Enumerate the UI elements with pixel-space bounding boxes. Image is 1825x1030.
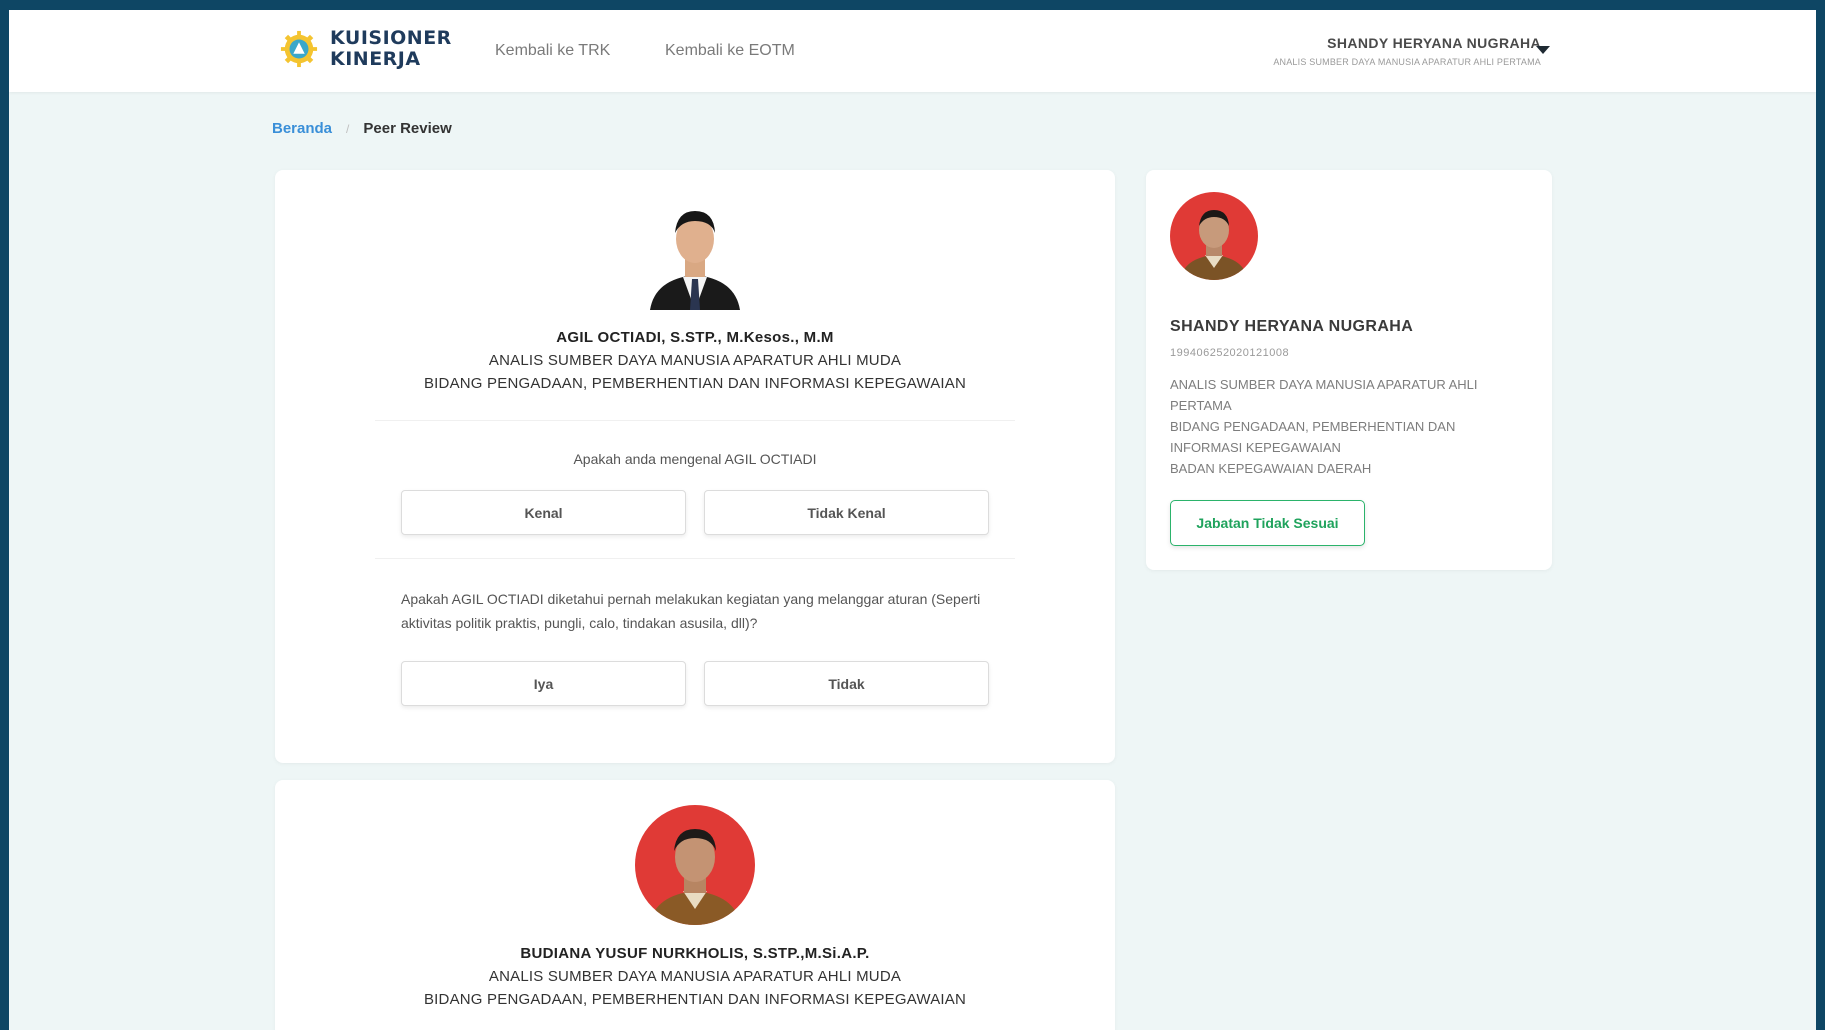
nav-link-trk[interactable]: Kembali ke TRK [495, 42, 610, 60]
reviewee-unit: BIDANG PENGADAAN, PEMBERHENTIAN DAN INFO… [423, 375, 967, 392]
tidak-kenal-button[interactable]: Tidak Kenal [704, 490, 989, 535]
profile-position: ANALIS SUMBER DAYA MANUSIA APARATUR AHLI… [1170, 377, 1478, 413]
chevron-down-icon[interactable] [1536, 46, 1550, 54]
avatar [645, 197, 745, 310]
jabatan-tidak-sesuai-button[interactable]: Jabatan Tidak Sesuai [1170, 500, 1365, 546]
question-violation: Apakah AGIL OCTIADI diketahui pernah mel… [401, 591, 981, 631]
person-photo-icon [1170, 192, 1258, 280]
profile-card: SHANDY HERYANA NUGRAHA 19940625202012100… [1146, 170, 1552, 570]
profile-unit: BIDANG PENGADAAN, PEMBERHENTIAN DAN INFO… [1170, 419, 1456, 455]
reviewee-name: AGIL OCTIADI, S.STP., M.Kesos., M.M [556, 329, 834, 346]
breadcrumb-current: Peer Review [363, 120, 452, 137]
brand-line1: KUISIONER [330, 27, 452, 49]
brand-logo-icon [280, 30, 318, 68]
know-options: Kenal Tidak Kenal [275, 490, 1115, 535]
avatar [1170, 192, 1258, 280]
violation-options: Iya Tidak [275, 661, 1115, 706]
brand-line2: KINERJA [330, 48, 421, 70]
profile-agency: BADAN KEPEGAWAIAN DAERAH [1170, 461, 1372, 476]
app-frame: KUISIONER KINERJA Kembali ke TRK Kembali… [9, 10, 1816, 1030]
reviewee-position: ANALIS SUMBER DAYA MANUSIA APARATUR AHLI… [488, 968, 902, 985]
breadcrumb-home[interactable]: Beranda [272, 120, 332, 137]
avatar [635, 805, 755, 925]
tidak-button[interactable]: Tidak [704, 661, 989, 706]
question-know: Apakah anda mengenal AGIL OCTIADI [573, 451, 817, 467]
breadcrumb: Beranda / Peer Review [272, 120, 452, 137]
nav-link-eotm[interactable]: Kembali ke EOTM [665, 42, 795, 60]
review-card: BUDIANA YUSUF NURKHOLIS, S.STP.,M.Si.A.P… [275, 780, 1115, 1030]
divider [375, 420, 1015, 421]
brand-text: KUISIONER KINERJA [330, 28, 452, 70]
profile-name: SHANDY HERYANA NUGRAHA [1170, 318, 1414, 335]
top-navbar: KUISIONER KINERJA Kembali ke TRK Kembali… [9, 10, 1816, 92]
reviewee-name: BUDIANA YUSUF NURKHOLIS, S.STP.,M.Si.A.P… [520, 945, 870, 962]
user-role: ANALIS SUMBER DAYA MANUSIA APARATUR AHLI… [1273, 57, 1541, 67]
kenal-button[interactable]: Kenal [401, 490, 686, 535]
iya-button[interactable]: Iya [401, 661, 686, 706]
brand[interactable]: KUISIONER KINERJA [280, 28, 452, 70]
divider [375, 558, 1015, 559]
profile-nip: 199406252020121008 [1170, 347, 1290, 359]
profile-details: ANALIS SUMBER DAYA MANUSIA APARATUR AHLI… [1170, 374, 1530, 479]
person-photo-icon [645, 197, 745, 310]
reviewee-unit: BIDANG PENGADAAN, PEMBERHENTIAN DAN INFO… [423, 991, 967, 1008]
reviewee-position: ANALIS SUMBER DAYA MANUSIA APARATUR AHLI… [488, 352, 902, 369]
review-card: AGIL OCTIADI, S.STP., M.Kesos., M.M ANAL… [275, 170, 1115, 763]
person-photo-icon [635, 805, 755, 925]
breadcrumb-separator: / [346, 121, 350, 136]
user-name: SHANDY HERYANA NUGRAHA [1327, 35, 1541, 51]
user-menu[interactable]: SHANDY HERYANA NUGRAHA ANALIS SUMBER DAY… [1273, 35, 1541, 67]
